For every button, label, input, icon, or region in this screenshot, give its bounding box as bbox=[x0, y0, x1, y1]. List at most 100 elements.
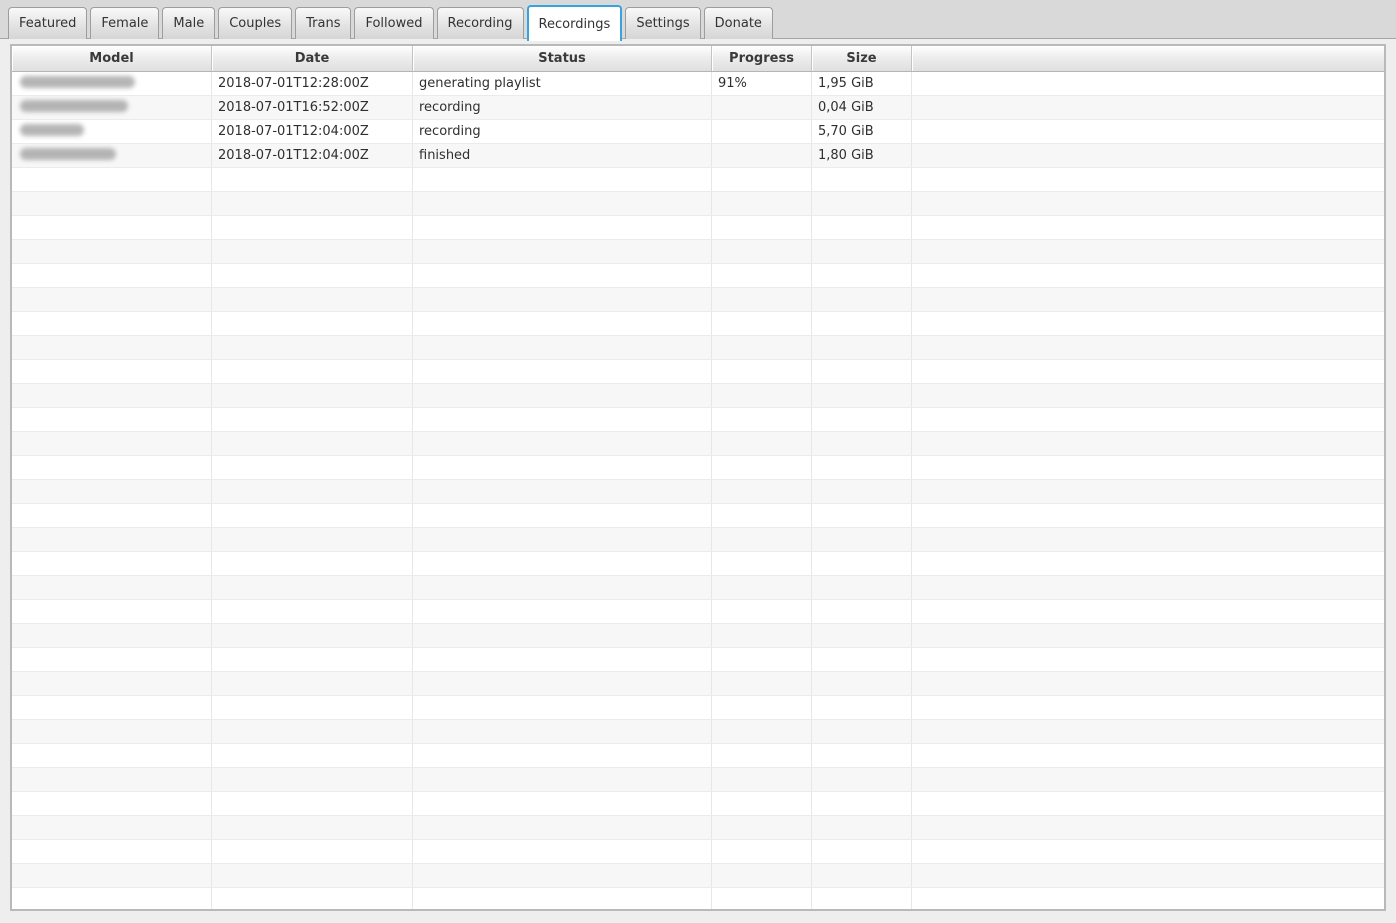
cell-size bbox=[812, 552, 912, 575]
cell-status bbox=[413, 552, 712, 575]
cell-status bbox=[413, 600, 712, 623]
cell-progress bbox=[712, 816, 812, 839]
table-row[interactable]: 2018-07-01T12:04:00Zrecording5,70 GiB bbox=[12, 120, 1384, 144]
cell-progress bbox=[712, 600, 812, 623]
table-row-empty bbox=[12, 864, 1384, 888]
table-row-empty bbox=[12, 576, 1384, 600]
cell-model bbox=[12, 744, 212, 767]
column-header-status[interactable]: Status bbox=[413, 46, 712, 71]
column-header-model[interactable]: Model bbox=[12, 46, 212, 71]
tab-settings[interactable]: Settings bbox=[625, 7, 700, 39]
cell-progress bbox=[712, 216, 812, 239]
cell-date: 2018-07-01T12:28:00Z bbox=[212, 72, 413, 95]
cell-size bbox=[812, 768, 912, 791]
column-header-size[interactable]: Size bbox=[812, 46, 912, 71]
cell-filler bbox=[912, 312, 1384, 335]
cell-status bbox=[413, 744, 712, 767]
cell-status bbox=[413, 216, 712, 239]
cell-filler bbox=[912, 240, 1384, 263]
cell-date bbox=[212, 648, 413, 671]
column-header-progress[interactable]: Progress bbox=[712, 46, 812, 71]
cell-date bbox=[212, 504, 413, 527]
table-row[interactable]: 2018-07-01T12:04:00Zfinished1,80 GiB bbox=[12, 144, 1384, 168]
cell-model bbox=[12, 528, 212, 551]
table-row[interactable]: 2018-07-01T16:52:00Zrecording0,04 GiB bbox=[12, 96, 1384, 120]
cell-status bbox=[413, 816, 712, 839]
cell-filler bbox=[912, 168, 1384, 191]
redacted-model-name bbox=[20, 148, 116, 160]
cell-progress bbox=[712, 792, 812, 815]
cell-status bbox=[413, 480, 712, 503]
cell-progress bbox=[712, 504, 812, 527]
cell-progress bbox=[712, 768, 812, 791]
cell-model bbox=[12, 816, 212, 839]
cell-filler bbox=[912, 456, 1384, 479]
cell-size bbox=[812, 600, 912, 623]
cell-progress bbox=[712, 552, 812, 575]
cell-date bbox=[212, 768, 413, 791]
tab-couples[interactable]: Couples bbox=[218, 7, 292, 39]
table-row-empty bbox=[12, 480, 1384, 504]
cell-date bbox=[212, 816, 413, 839]
cell-progress bbox=[712, 576, 812, 599]
cell-date bbox=[212, 360, 413, 383]
redacted-model-name bbox=[20, 124, 84, 136]
cell-date bbox=[212, 672, 413, 695]
table-header-row: ModelDateStatusProgressSize bbox=[12, 46, 1384, 72]
app-window: FeaturedFemaleMaleCouplesTransFollowedRe… bbox=[0, 0, 1396, 923]
tab-recording[interactable]: Recording bbox=[437, 7, 524, 39]
cell-date bbox=[212, 336, 413, 359]
cell-size bbox=[812, 456, 912, 479]
cell-progress bbox=[712, 456, 812, 479]
cell-date bbox=[212, 576, 413, 599]
cell-filler bbox=[912, 264, 1384, 287]
tab-donate[interactable]: Donate bbox=[704, 7, 773, 39]
cell-status bbox=[413, 264, 712, 287]
cell-date: 2018-07-01T16:52:00Z bbox=[212, 96, 413, 119]
column-header-date[interactable]: Date bbox=[212, 46, 413, 71]
cell-date bbox=[212, 720, 413, 743]
cell-status: finished bbox=[413, 144, 712, 167]
cell-date bbox=[212, 864, 413, 887]
cell-date bbox=[212, 264, 413, 287]
content-area: ModelDateStatusProgressSize 2018-07-01T1… bbox=[0, 39, 1396, 923]
cell-progress bbox=[712, 240, 812, 263]
table-row-empty bbox=[12, 600, 1384, 624]
tab-male[interactable]: Male bbox=[162, 7, 215, 39]
table-row-empty bbox=[12, 624, 1384, 648]
cell-filler bbox=[912, 840, 1384, 863]
cell-size bbox=[812, 720, 912, 743]
tab-followed[interactable]: Followed bbox=[354, 7, 433, 39]
tab-female[interactable]: Female bbox=[90, 7, 159, 39]
cell-filler bbox=[912, 864, 1384, 887]
table-row[interactable]: 2018-07-01T12:28:00Zgenerating playlist9… bbox=[12, 72, 1384, 96]
table-row-empty bbox=[12, 744, 1384, 768]
cell-model bbox=[12, 408, 212, 431]
tab-trans[interactable]: Trans bbox=[295, 7, 351, 39]
cell-filler bbox=[912, 672, 1384, 695]
cell-size bbox=[812, 504, 912, 527]
cell-status bbox=[413, 672, 712, 695]
table-body: 2018-07-01T12:28:00Zgenerating playlist9… bbox=[12, 72, 1384, 909]
cell-progress: 91% bbox=[712, 72, 812, 95]
cell-status: recording bbox=[413, 120, 712, 143]
cell-filler bbox=[912, 600, 1384, 623]
cell-model bbox=[12, 792, 212, 815]
table-row-empty bbox=[12, 528, 1384, 552]
cell-status bbox=[413, 792, 712, 815]
cell-model bbox=[12, 432, 212, 455]
cell-filler bbox=[912, 144, 1384, 167]
cell-size: 0,04 GiB bbox=[812, 96, 912, 119]
cell-filler bbox=[912, 792, 1384, 815]
cell-status bbox=[413, 576, 712, 599]
cell-filler bbox=[912, 816, 1384, 839]
tab-recordings[interactable]: Recordings bbox=[527, 5, 623, 41]
cell-size bbox=[812, 576, 912, 599]
cell-filler bbox=[912, 96, 1384, 119]
cell-progress bbox=[712, 360, 812, 383]
tab-featured[interactable]: Featured bbox=[8, 7, 87, 39]
cell-filler bbox=[912, 744, 1384, 767]
table-row-empty bbox=[12, 672, 1384, 696]
redacted-model-name bbox=[20, 100, 128, 112]
cell-date bbox=[212, 312, 413, 335]
